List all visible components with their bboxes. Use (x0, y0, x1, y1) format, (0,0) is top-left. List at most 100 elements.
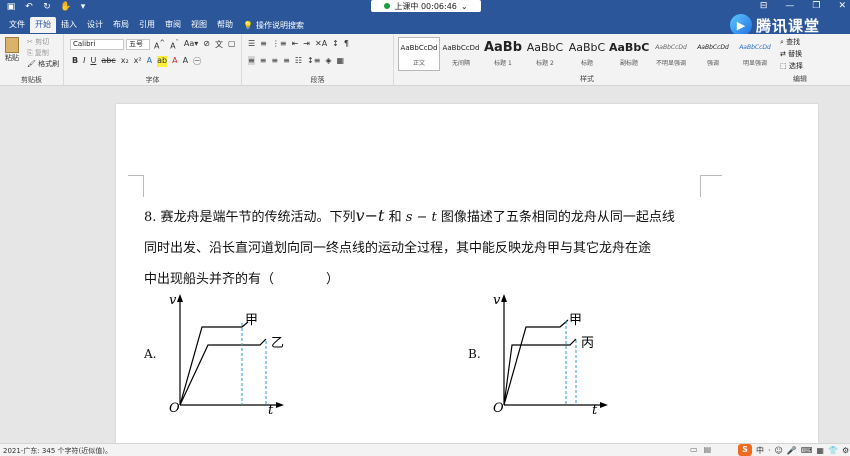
change-case-icon[interactable]: Aa▾ (184, 39, 198, 51)
question-line-3: 中出现船头并齐的有（ ） (144, 272, 340, 287)
minimize-button[interactable]: — (785, 1, 794, 11)
ime-keyboard-icon[interactable]: ⌨ (801, 446, 813, 455)
tell-me-search[interactable]: 💡 操作说明搜索 (238, 17, 309, 33)
word-count-status[interactable]: 2021-广东: 345 个字符(近似值)。 (3, 446, 112, 456)
shading-icon[interactable]: ◈ (325, 56, 331, 65)
tab-references[interactable]: 引用 (134, 17, 160, 33)
style-heading-1[interactable]: AaBb 标题 1 (482, 37, 524, 71)
find-button[interactable]: ⌕ 查找 (780, 37, 803, 47)
style-name: 强调 (706, 60, 719, 67)
borders-icon[interactable]: ▦ (337, 56, 345, 65)
margin-corner-mark (700, 175, 701, 197)
multilevel-list-icon[interactable]: ⋮≡ (272, 39, 287, 48)
tab-design[interactable]: 设计 (82, 17, 108, 33)
clipboard-group: 粘贴 ✂ 剪切 ⎘ 复制 🖌 格式刷 剪贴板 (0, 34, 64, 86)
subscript-icon[interactable]: x₂ (121, 56, 129, 67)
enclose-char-icon[interactable]: ㊀ (193, 56, 201, 67)
style-no-spacing[interactable]: AaBbCcDd 无间隔 (440, 37, 482, 71)
grow-font-icon[interactable]: A^ (154, 39, 165, 51)
copy-button[interactable]: ⎘ 复制 (27, 48, 59, 58)
style-emphasis[interactable]: AaBbCcDd 强调 (692, 37, 734, 71)
clear-format-icon[interactable]: ⊘ (203, 39, 210, 51)
tab-file[interactable]: 文件 (4, 17, 30, 33)
align-left-icon[interactable]: ≡ (248, 56, 255, 65)
curve-jia (503, 319, 569, 406)
italic-icon[interactable]: I (83, 56, 85, 67)
copy-label: 复制 (34, 49, 49, 57)
align-right-icon[interactable]: ≡ (271, 56, 278, 65)
style-intense-emphasis[interactable]: AaBbCcDd 明显强调 (734, 37, 776, 71)
x-axis-arrow (600, 402, 608, 408)
paste-label: 粘贴 (5, 54, 19, 62)
style-title[interactable]: AaBbC 标题 (566, 37, 608, 71)
paste-button[interactable]: 粘贴 (5, 37, 19, 63)
text-effects-icon[interactable]: A (147, 56, 152, 67)
restore-button[interactable]: ❐ (812, 1, 820, 11)
font-name-select[interactable]: Calibri (70, 39, 124, 50)
tab-view[interactable]: 视图 (186, 17, 212, 33)
ime-emoji-icon[interactable]: ☺ (775, 446, 783, 455)
bullets-icon[interactable]: ☰ (248, 39, 255, 48)
char-border-icon[interactable]: ▢ (228, 39, 236, 51)
justify-icon[interactable]: ≡ (283, 56, 290, 65)
sort-icon[interactable]: ↕ (332, 39, 339, 48)
ime-lang-toggle[interactable]: 中 (756, 445, 764, 456)
y-axis-label: v (169, 293, 177, 308)
class-timer[interactable]: 上课中 00:06:46 ⌄ (371, 0, 481, 12)
replace-button[interactable]: ⇄ 替换 (780, 49, 803, 59)
sogou-ime-icon[interactable]: S (738, 444, 752, 456)
read-mode-icon[interactable]: ▭ (690, 445, 698, 454)
underline-icon[interactable]: U (90, 56, 96, 67)
ime-settings-icon[interactable]: ⚙ (842, 446, 849, 455)
ime-toolbox-icon[interactable]: ▦ (816, 446, 824, 455)
show-marks-icon[interactable]: ¶ (344, 39, 349, 48)
style-sample: AaBbCcDd (400, 44, 438, 52)
tab-review[interactable]: 审阅 (160, 17, 186, 33)
highlight-icon[interactable]: ab (157, 56, 168, 67)
select-button[interactable]: ⬚ 选择 (780, 61, 803, 71)
curve-yi (179, 338, 267, 406)
bold-icon[interactable]: B (72, 56, 78, 67)
replace-label: 替换 (788, 50, 803, 58)
ime-punct-toggle[interactable]: · (768, 446, 771, 455)
close-button[interactable]: ✕ (838, 1, 846, 11)
print-layout-icon[interactable]: ▤ (704, 445, 712, 454)
redo-icon[interactable]: ↻ (42, 2, 52, 12)
tab-help[interactable]: 帮助 (212, 17, 238, 33)
ribbon-display-button[interactable]: ⊟ (760, 1, 768, 11)
touch-mode-icon[interactable]: ✋ (60, 2, 71, 12)
cut-button[interactable]: ✂ 剪切 (27, 37, 59, 47)
customize-qat-icon[interactable]: ▾ (78, 2, 88, 12)
line-spacing-icon[interactable]: ↕≡ (307, 56, 320, 65)
title-bar: ▣ ↶ ↻ ✋ ▾ 上课中 00:06:46 ⌄ ⊟ — ❐ ✕ (0, 0, 850, 14)
style-subtle-emphasis[interactable]: AaBbCcDd 不明显强调 (650, 37, 692, 71)
st-symbol: s − t (405, 210, 437, 225)
tab-layout[interactable]: 布局 (108, 17, 134, 33)
increase-indent-icon[interactable]: ⇥ (303, 39, 310, 48)
chinese-layout-icon[interactable]: ✕A (315, 39, 327, 48)
font-size-select[interactable]: 五号 (126, 39, 150, 50)
shrink-font-icon[interactable]: Aˇ (170, 39, 179, 51)
superscript-icon[interactable]: x² (134, 56, 142, 67)
ime-skin-icon[interactable]: 👕 (828, 446, 838, 455)
strikethrough-icon[interactable]: abc (101, 56, 115, 67)
style-subtitle[interactable]: AaBbC 副标题 (608, 37, 650, 71)
tab-home[interactable]: 开始 (30, 17, 56, 33)
tab-insert[interactable]: 插入 (56, 17, 82, 33)
undo-icon[interactable]: ↶ (24, 2, 34, 12)
ime-mic-icon[interactable]: 🎤 (787, 446, 797, 455)
distribute-icon[interactable]: ☷ (295, 56, 302, 65)
style-name: 正文 (412, 60, 425, 67)
list-tools: ☰ ≡ ⋮≡ ⇤ ⇥ ✕A ↕ ¶ (248, 39, 349, 48)
numbering-icon[interactable]: ≡ (260, 39, 267, 48)
align-center-icon[interactable]: ≡ (260, 56, 267, 65)
save-icon[interactable]: ▣ (6, 2, 16, 12)
cut-label: 剪切 (35, 38, 50, 46)
format-painter-button[interactable]: 🖌 格式刷 (27, 59, 59, 69)
decrease-indent-icon[interactable]: ⇤ (292, 39, 299, 48)
style-normal[interactable]: AaBbCcDd 正文 (398, 37, 440, 71)
font-color-icon[interactable]: A (172, 56, 177, 67)
phonetic-icon[interactable]: 文 (215, 39, 223, 51)
style-heading-2[interactable]: AaBbC 标题 2 (524, 37, 566, 71)
char-shading-icon[interactable]: A (183, 56, 188, 67)
